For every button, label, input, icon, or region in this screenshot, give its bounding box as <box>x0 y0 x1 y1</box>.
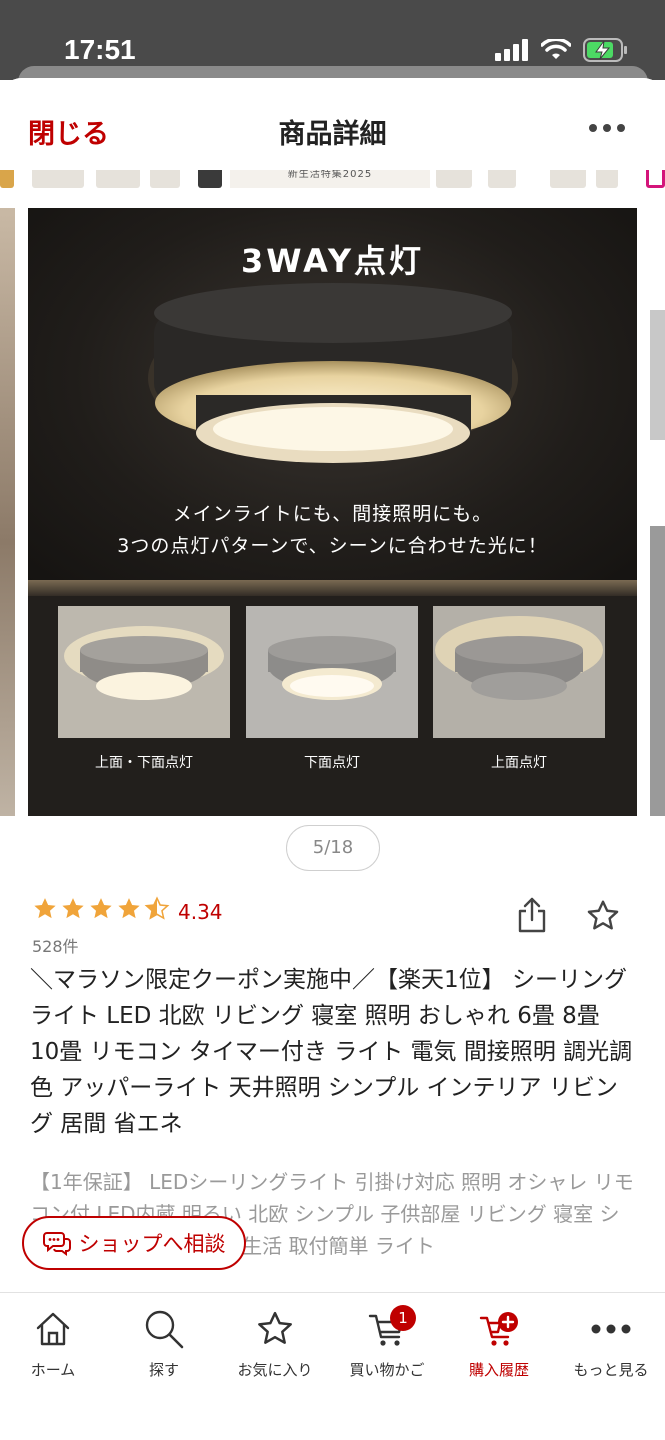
tab-label: もっと見る <box>573 1361 649 1379</box>
lamp-both-lit-icon <box>58 606 230 738</box>
lamp-lower-lit-icon <box>246 606 418 738</box>
variant-image-both <box>58 606 230 738</box>
next-image-peek[interactable] <box>650 310 665 440</box>
tab-label: 買い物かご <box>349 1361 425 1379</box>
tab-purchase-history[interactable]: 購入履歴 <box>444 1305 554 1380</box>
bottom-tab-bar: ホーム 探す お気に入り 1 買い物かご 購入履歴 もっと見る <box>0 1292 665 1440</box>
product-main-image[interactable]: 3WAY点灯 メインライトにも、間接照明にも。 3つの点灯パターンで、シーンに合… <box>28 208 637 816</box>
star-icon <box>258 1311 292 1344</box>
battery-charging-icon <box>583 38 627 62</box>
chat-icon <box>42 1232 71 1256</box>
star-full-icon <box>34 898 56 919</box>
previous-image-peek[interactable] <box>0 208 15 816</box>
review-count[interactable]: 528件 <box>32 933 79 957</box>
variant-image-upper <box>433 606 605 738</box>
variant-label: 上面点灯 <box>491 755 547 771</box>
home-icon <box>36 1312 70 1346</box>
caption-line-1: メインライトにも、間接照明にも。 <box>172 503 493 525</box>
purchase-history-icon <box>479 1312 518 1346</box>
image-headline: 3WAY点灯 <box>240 242 424 280</box>
tab-label: 購入履歴 <box>468 1361 529 1379</box>
rating-stars <box>32 896 170 922</box>
variant-label: 下面点灯 <box>304 755 360 771</box>
star-full-icon <box>118 898 140 919</box>
product-title: ＼マラソン限定クーポン実施中／【楽天1位】 シーリングライト LED 北欧 リビ… <box>30 967 633 1137</box>
star-half-icon <box>144 896 170 920</box>
tab-home[interactable]: ホーム <box>0 1305 108 1380</box>
more-options-icon[interactable] <box>587 116 627 140</box>
star-full-icon <box>62 898 84 919</box>
caption-line-2: 3つの点灯パターンで、シーンに合わせた光に！ <box>117 535 548 557</box>
tab-label: お気に入り <box>237 1361 313 1379</box>
tab-label: ホーム <box>30 1361 76 1379</box>
variant-label: 上面・下面点灯 <box>95 755 193 771</box>
product-detail-sheet: 閉じる 商品詳細 新生活特集2025 3WAY点灯 メインライトにも、間接照明に… <box>0 78 665 1440</box>
status-icons <box>495 38 629 62</box>
tab-favorites[interactable]: お気に入り <box>220 1305 330 1380</box>
signal-icon <box>495 39 528 61</box>
lamp-upper-lit-icon <box>433 606 605 738</box>
star-full-icon <box>90 898 112 919</box>
sheet-header: 閉じる 商品詳細 <box>0 78 665 170</box>
favorite-star-icon[interactable] <box>584 898 622 934</box>
variant-image-lower <box>246 606 418 738</box>
cart-badge: 1 <box>390 1305 416 1331</box>
contact-shop-label: ショップへ相談 <box>78 1232 226 1256</box>
contact-shop-button[interactable]: ショップへ相談 <box>22 1216 246 1270</box>
image-counter: 5/18 <box>286 825 380 871</box>
tab-search[interactable]: 探す <box>109 1305 219 1380</box>
next-image-peek[interactable] <box>650 526 665 816</box>
status-time: 17:51 <box>64 34 136 65</box>
search-icon <box>145 1310 184 1349</box>
image-caption: メインライトにも、間接照明にも。 3つの点灯パターンで、シーンに合わせた光に！ <box>28 498 637 562</box>
wifi-icon <box>541 39 571 59</box>
ceiling-lamp-illustration <box>148 283 518 463</box>
page-title: 商品詳細 <box>278 119 387 150</box>
tab-label: 探す <box>148 1361 179 1379</box>
tab-more[interactable]: もっと見る <box>556 1305 665 1380</box>
more-icon <box>591 1324 631 1334</box>
rating-value[interactable]: 4.34 <box>178 900 223 924</box>
share-icon[interactable] <box>516 896 548 934</box>
tab-cart[interactable]: 1 買い物かご <box>332 1305 442 1380</box>
